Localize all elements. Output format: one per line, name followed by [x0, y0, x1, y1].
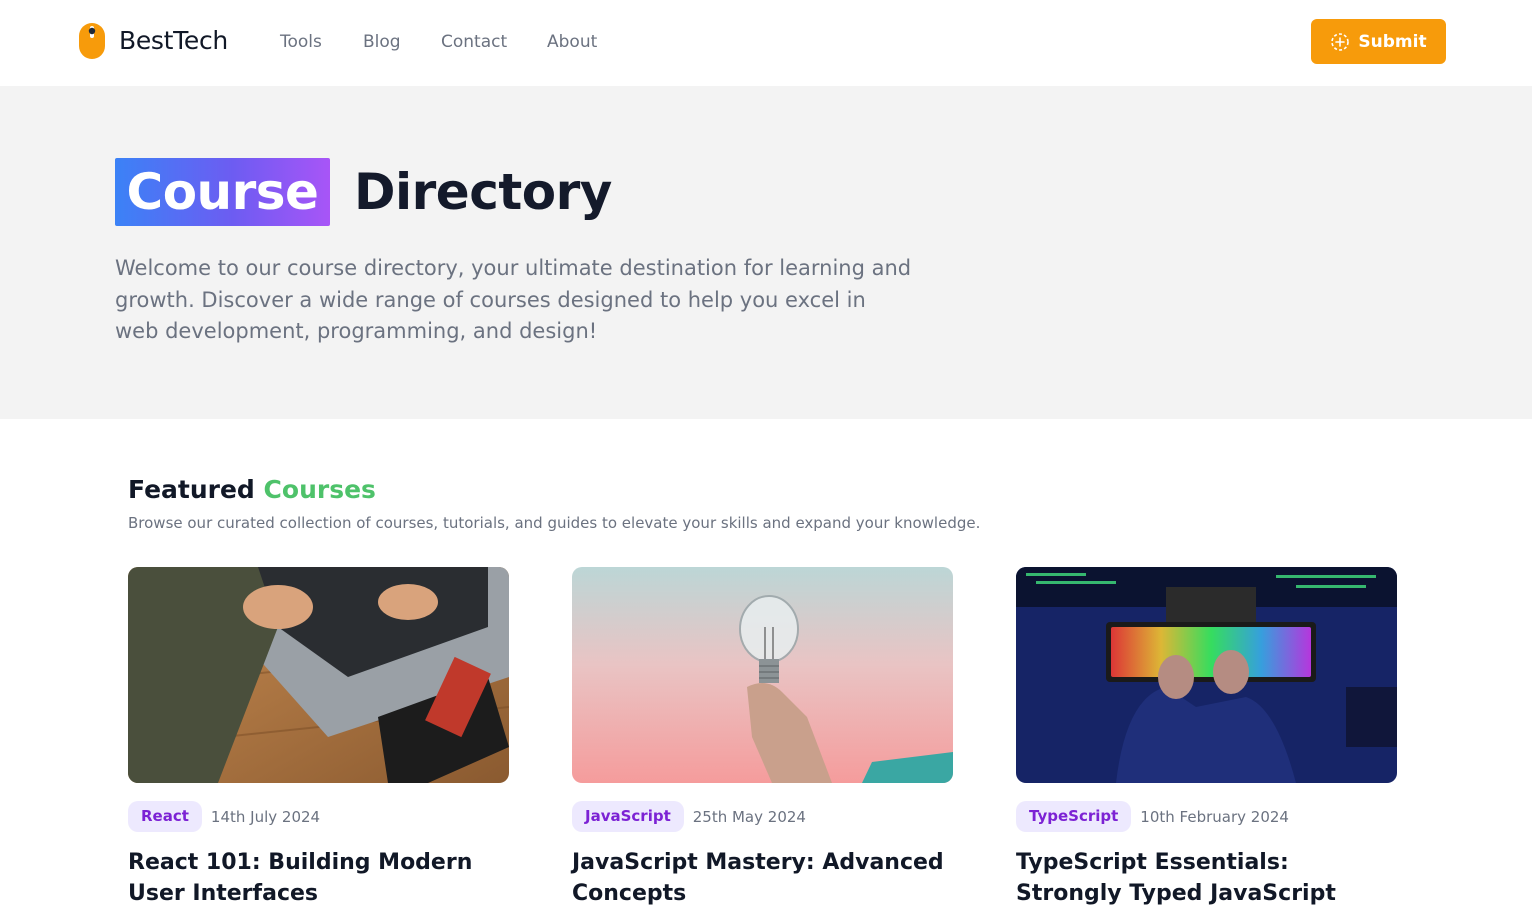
nav-link-blog[interactable]: Blog: [363, 31, 401, 53]
course-date: 25th May 2024: [692, 807, 806, 826]
brand-name[interactable]: BestTech: [119, 24, 228, 58]
hero-section: Course Directory Welcome to our course d…: [0, 86, 1532, 419]
course-image-keyboard[interactable]: [1016, 567, 1397, 783]
course-tag[interactable]: React: [128, 801, 202, 832]
site-header: BestTech Tools Blog Contact About Submit: [0, 0, 1532, 86]
nav-link-about[interactable]: About: [547, 31, 597, 53]
course-title[interactable]: JavaScript Mastery: Advanced Concepts: [572, 847, 953, 909]
hero-description: Welcome to our course directory, your ul…: [115, 256, 912, 343]
course-card[interactable]: TypeScript 10th February 2024 TypeScript…: [1016, 567, 1397, 906]
featured-heading: Featured Courses: [128, 474, 376, 506]
featured-heading-accent: Courses: [263, 475, 376, 504]
course-card[interactable]: React 14th July 2024 React 101: Building…: [128, 567, 509, 906]
hero-title-highlight: Course: [115, 158, 330, 226]
course-meta: React 14th July 2024: [128, 801, 320, 832]
featured-subtitle: Browse our curated collection of courses…: [128, 514, 981, 532]
nav-link-contact[interactable]: Contact: [441, 31, 507, 53]
course-tag[interactable]: JavaScript: [572, 801, 684, 832]
nav-link-tools[interactable]: Tools: [280, 31, 322, 53]
course-image-laptop[interactable]: [128, 567, 509, 783]
course-title[interactable]: React 101: Building Modern User Interfac…: [128, 847, 509, 909]
course-date: 14th July 2024: [210, 807, 321, 826]
course-title[interactable]: TypeScript Essentials: Strongly Typed Ja…: [1016, 847, 1397, 909]
featured-heading-main: Featured: [128, 475, 255, 504]
course-meta: JavaScript 25th May 2024: [572, 801, 806, 832]
submit-label: Submit: [1358, 31, 1427, 52]
course-date: 10th February 2024: [1140, 807, 1289, 826]
submit-button[interactable]: Submit: [1311, 19, 1446, 64]
course-meta: TypeScript 10th February 2024: [1016, 801, 1289, 832]
course-card[interactable]: JavaScript 25th May 2024 JavaScript Mast…: [572, 567, 953, 906]
logo-icon[interactable]: [79, 23, 105, 59]
add-circle-icon: [1331, 32, 1350, 51]
hero-title: Directory: [354, 163, 612, 221]
course-image-lightbulb[interactable]: [572, 567, 953, 783]
course-tag[interactable]: TypeScript: [1016, 801, 1132, 832]
